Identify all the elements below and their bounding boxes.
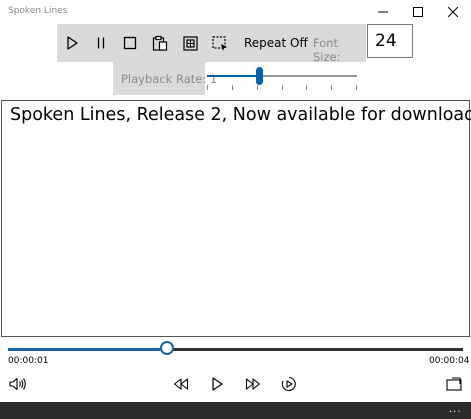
seek-bar[interactable]	[8, 340, 463, 360]
playback-rate-label: Playback Rate: 1	[121, 72, 218, 86]
selection-icon	[212, 35, 227, 51]
title-bar: Spoken Lines	[0, 0, 471, 24]
volume-icon	[9, 377, 26, 391]
elapsed-time: 00:00:01	[8, 356, 49, 366]
fast-forward-icon	[245, 378, 261, 390]
maximize-icon	[413, 7, 423, 17]
playback-speed-icon	[281, 376, 296, 392]
seek-thumb[interactable]	[160, 341, 175, 355]
playback-rate-panel: Playback Rate: 1	[113, 62, 217, 95]
playback-rate-slider[interactable]	[207, 62, 359, 95]
slider-tick	[331, 85, 333, 90]
select-all-icon	[182, 35, 198, 51]
slider-tick	[256, 85, 258, 90]
font-size-input[interactable]	[367, 24, 413, 58]
repeat-toggle[interactable]: Repeat Off	[244, 36, 308, 50]
selection-button[interactable]	[209, 32, 231, 54]
taskbar: ...	[0, 402, 471, 419]
slider-thumb[interactable]	[256, 67, 263, 85]
pause-button[interactable]	[90, 32, 112, 54]
minimize-icon	[378, 11, 388, 13]
slider-fill	[207, 75, 260, 77]
select-all-button[interactable]	[179, 32, 201, 54]
slider-tick	[306, 85, 308, 90]
total-time: 00:00:04	[429, 356, 470, 366]
close-icon	[448, 7, 458, 17]
pause-icon	[97, 37, 105, 49]
editor-text: Spoken Lines, Release 2, Now available f…	[10, 105, 471, 125]
app-title: Spoken Lines	[8, 6, 68, 16]
font-size-label: Font Size:	[313, 36, 341, 64]
slider-tick	[356, 85, 357, 90]
media-play-button[interactable]	[206, 374, 228, 394]
paste-button[interactable]	[149, 32, 171, 54]
volume-button[interactable]	[7, 374, 29, 394]
play-icon	[67, 36, 78, 50]
seek-fill	[8, 348, 168, 351]
toolbar: Repeat Off Font Size:	[57, 24, 366, 64]
close-button[interactable]	[440, 2, 466, 22]
rewind-icon	[173, 378, 189, 390]
more-options-button[interactable]: ...	[449, 404, 462, 415]
playback-speed-button[interactable]	[278, 374, 300, 394]
fast-forward-button[interactable]	[242, 374, 264, 394]
stop-button[interactable]	[119, 32, 141, 54]
minimize-button[interactable]	[370, 2, 396, 22]
slider-tick	[207, 85, 208, 90]
maximize-button[interactable]	[405, 2, 431, 22]
paste-icon	[152, 35, 168, 51]
slider-tick	[231, 85, 233, 90]
play-button[interactable]	[61, 32, 83, 54]
play-icon	[212, 377, 223, 391]
rewind-button[interactable]	[170, 374, 192, 394]
cast-icon	[446, 377, 462, 391]
stop-icon	[123, 36, 137, 50]
cast-button[interactable]	[443, 374, 465, 394]
slider-tick	[281, 85, 283, 90]
text-editor[interactable]: Spoken Lines, Release 2, Now available f…	[1, 100, 471, 337]
